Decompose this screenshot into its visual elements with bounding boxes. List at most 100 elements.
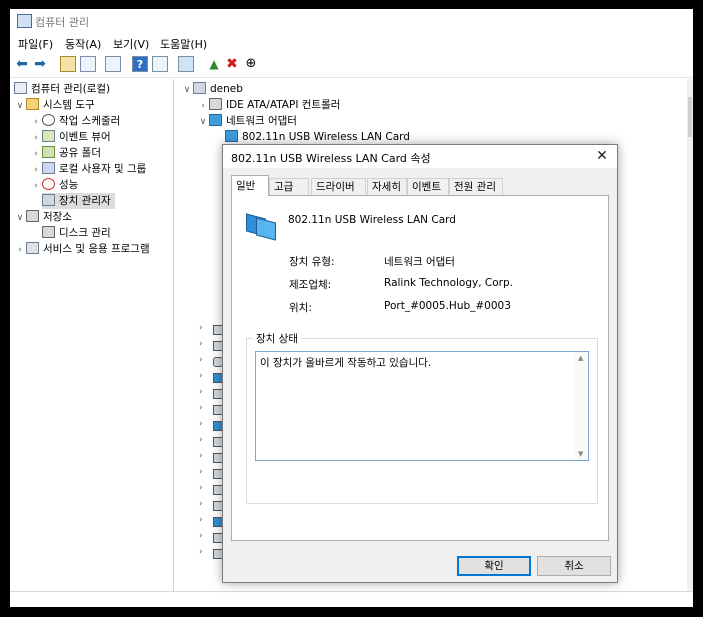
device-type-label: 장치 유형: <box>289 256 335 268</box>
chevron-right-icon[interactable]: › <box>199 355 203 365</box>
device-status-group: 장치 상태 이 장치가 올바르게 작동하고 있습니다. ▲ ▼ <box>246 331 598 504</box>
chevron-down-icon[interactable]: ∨ <box>181 82 193 98</box>
scroll-up-icon[interactable]: ▲ <box>578 354 583 362</box>
tree-root-label: 컴퓨터 관리(로컬) <box>31 83 111 95</box>
chevron-right-icon[interactable]: › <box>199 483 203 493</box>
chevron-right-icon[interactable]: › <box>30 130 42 146</box>
tree-item-performance[interactable]: › 성능 <box>30 177 78 193</box>
network-adapter-icon <box>225 130 238 142</box>
chevron-right-icon[interactable]: › <box>30 114 42 130</box>
tree-item-device-manager[interactable]: 장치 관리자 <box>42 193 115 209</box>
tree-root[interactable]: 컴퓨터 관리(로컬) <box>14 81 110 97</box>
tree-item-label: 이벤트 뷰어 <box>59 131 111 143</box>
device-label: 802.11n USB Wireless LAN Card <box>242 131 410 143</box>
menu-file[interactable]: 파일(F) <box>18 36 53 52</box>
computer-icon <box>193 82 206 94</box>
manufacturer-label: 제조업체: <box>289 279 332 291</box>
chevron-right-icon[interactable]: › <box>30 162 42 178</box>
device-root[interactable]: ∨ deneb <box>181 81 243 97</box>
window-title: 컴퓨터 관리 <box>35 16 90 29</box>
properties-dialog: 802.11n USB Wireless LAN Card 속성 ✕ 일반 고급… <box>222 144 618 583</box>
device-name: 802.11n USB Wireless LAN Card <box>288 214 456 226</box>
chevron-down-icon[interactable]: ∨ <box>14 210 26 226</box>
device-category-label: 네트워크 어댑터 <box>226 115 297 127</box>
location-label: 위치: <box>289 302 312 314</box>
scrollbar-thumb[interactable] <box>688 97 692 137</box>
ok-button[interactable]: 확인 <box>457 556 531 576</box>
chevron-right-icon[interactable]: › <box>199 467 203 477</box>
tree-item-event-viewer[interactable]: › 이벤트 뷰어 <box>30 129 111 145</box>
scroll-down-icon[interactable]: ▼ <box>578 450 583 458</box>
services-icon <box>26 242 39 254</box>
tree-item-local-users[interactable]: › 로컬 사용자 및 그룹 <box>30 161 146 177</box>
close-icon[interactable]: ✕ <box>593 146 611 166</box>
menu-help[interactable]: 도움말(H) <box>160 36 207 52</box>
device-wifi-card[interactable]: 802.11n USB Wireless LAN Card <box>225 129 410 145</box>
chevron-right-icon[interactable]: › <box>199 387 203 397</box>
cancel-button[interactable]: 취소 <box>537 556 611 576</box>
shared-folder-icon <box>42 146 55 158</box>
uninstall-x-icon[interactable]: ✖ <box>224 56 240 72</box>
network-adapter-icon <box>209 114 222 126</box>
chevron-right-icon[interactable]: › <box>30 178 42 194</box>
device-status-textbox[interactable]: 이 장치가 올바르게 작동하고 있습니다. ▲ ▼ <box>255 351 589 461</box>
tree-item-disk-management[interactable]: 디스크 관리 <box>42 225 111 241</box>
device-category-ide[interactable]: › IDE ATA/ATAPI 컨트롤러 <box>197 97 340 113</box>
menu-view[interactable]: 보기(V) <box>113 36 149 52</box>
chevron-right-icon[interactable]: › <box>199 547 203 557</box>
back-arrow-icon[interactable]: ⬅ <box>14 56 30 72</box>
tree-item-label: 장치 관리자 <box>59 195 111 207</box>
tree-item-shared-folders[interactable]: › 공유 폴더 <box>30 145 101 161</box>
vertical-scrollbar[interactable] <box>687 79 693 591</box>
chevron-right-icon[interactable]: › <box>199 531 203 541</box>
device-type-value: 네트워크 어댑터 <box>384 256 455 268</box>
device-status-text: 이 장치가 올바르게 작동하고 있습니다. <box>260 357 432 369</box>
textbox-scrollbar[interactable]: ▲ ▼ <box>575 352 588 460</box>
tree-item-label: 저장소 <box>43 211 72 223</box>
update-driver-icon[interactable]: ▲ <box>206 56 222 72</box>
users-icon <box>42 162 55 174</box>
chevron-right-icon[interactable]: › <box>199 515 203 525</box>
chevron-right-icon[interactable]: › <box>199 403 203 413</box>
device-root-label: deneb <box>210 83 243 95</box>
device-category-label: IDE ATA/ATAPI 컨트롤러 <box>226 99 341 111</box>
dialog-title: 802.11n USB Wireless LAN Card 속성 <box>231 152 431 165</box>
tree-item-system-tools[interactable]: ∨ 시스템 도구 <box>14 97 95 113</box>
chevron-right-icon[interactable]: › <box>199 435 203 445</box>
computer-management-icon <box>17 14 32 28</box>
computer-management-icon <box>14 82 27 94</box>
tree-item-storage[interactable]: ∨ 저장소 <box>14 209 72 225</box>
tree-item-task-scheduler[interactable]: › 작업 스케줄러 <box>30 113 120 129</box>
chevron-down-icon[interactable]: ∨ <box>14 98 26 114</box>
tab-events[interactable]: 이벤트 <box>407 178 449 195</box>
help-icon[interactable]: ? <box>132 56 148 72</box>
chevron-right-icon[interactable]: › <box>199 323 203 333</box>
chevron-right-icon[interactable]: › <box>197 98 209 114</box>
toolbar: ⬅ ➡ ? ▲ ✖ ⊕ <box>10 53 693 78</box>
folder-up-icon[interactable] <box>60 56 76 72</box>
scan-hardware-icon[interactable]: ⊕ <box>243 56 259 72</box>
monitor-icon[interactable] <box>178 56 194 72</box>
tab-details[interactable]: 자세히 <box>367 178 407 195</box>
general-tab-panel: 802.11n USB Wireless LAN Card 장치 유형: 네트워… <box>231 195 609 541</box>
tree-item-label: 시스템 도구 <box>43 99 95 111</box>
chevron-right-icon[interactable]: › <box>14 242 26 258</box>
list-icon[interactable] <box>105 56 121 72</box>
tree-item-services[interactable]: › 서비스 및 응용 프로그램 <box>14 241 150 257</box>
chevron-right-icon[interactable]: › <box>199 371 203 381</box>
tab-general[interactable]: 일반 <box>231 175 269 196</box>
menu-action[interactable]: 동작(A) <box>65 36 101 52</box>
chevron-right-icon[interactable]: › <box>30 146 42 162</box>
chevron-right-icon[interactable]: › <box>199 451 203 461</box>
chevron-right-icon[interactable]: › <box>199 339 203 349</box>
properties-grid-icon[interactable] <box>80 56 96 72</box>
device-category-network[interactable]: ∨ 네트워크 어댑터 <box>197 113 297 129</box>
chevron-right-icon[interactable]: › <box>199 499 203 509</box>
chevron-right-icon[interactable]: › <box>199 419 203 429</box>
tab-driver[interactable]: 드라이버 <box>311 178 366 195</box>
chevron-down-icon[interactable]: ∨ <box>197 114 209 130</box>
tab-advanced[interactable]: 고급 <box>269 178 309 195</box>
toggle-pane-icon[interactable] <box>152 56 168 72</box>
forward-arrow-icon[interactable]: ➡ <box>32 56 48 72</box>
tab-power-management[interactable]: 전원 관리 <box>449 178 503 195</box>
